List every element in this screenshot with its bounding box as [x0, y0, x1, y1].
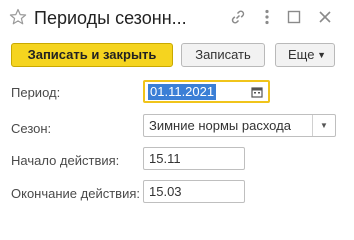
close-icon[interactable]	[316, 8, 334, 26]
more-button-label: Еще	[288, 47, 315, 62]
start-field[interactable]: 15.11	[143, 147, 245, 170]
more-vertical-icon[interactable]	[258, 8, 276, 26]
period-field[interactable]: 01.11.2021	[143, 80, 270, 103]
season-label: Сезон:	[11, 121, 52, 136]
save-button[interactable]: Записать	[181, 43, 265, 67]
period-label: Период:	[11, 85, 61, 100]
end-field[interactable]: 15.03	[143, 180, 245, 203]
season-value: Зимние нормы расхода	[149, 118, 291, 133]
dropdown-arrow-icon[interactable]: ▼	[313, 115, 335, 136]
maximize-icon[interactable]	[285, 8, 303, 26]
start-label: Начало действия:	[11, 153, 120, 168]
more-button[interactable]: Еще ▼	[275, 43, 335, 67]
start-value: 15.11	[149, 151, 181, 166]
end-value: 15.03	[149, 184, 182, 199]
season-select[interactable]: Зимние нормы расхода ▼	[143, 114, 336, 137]
link-icon[interactable]	[229, 8, 247, 26]
end-label: Окончание действия:	[11, 186, 140, 201]
save-and-close-button[interactable]: Записать и закрыть	[11, 43, 173, 67]
dropdown-arrow-icon: ▼	[317, 50, 326, 60]
calendar-icon[interactable]	[249, 82, 265, 101]
period-value: 01.11.2021	[148, 84, 217, 100]
window-title: Периоды сезонн...	[34, 8, 187, 28]
star-icon[interactable]	[9, 8, 27, 26]
